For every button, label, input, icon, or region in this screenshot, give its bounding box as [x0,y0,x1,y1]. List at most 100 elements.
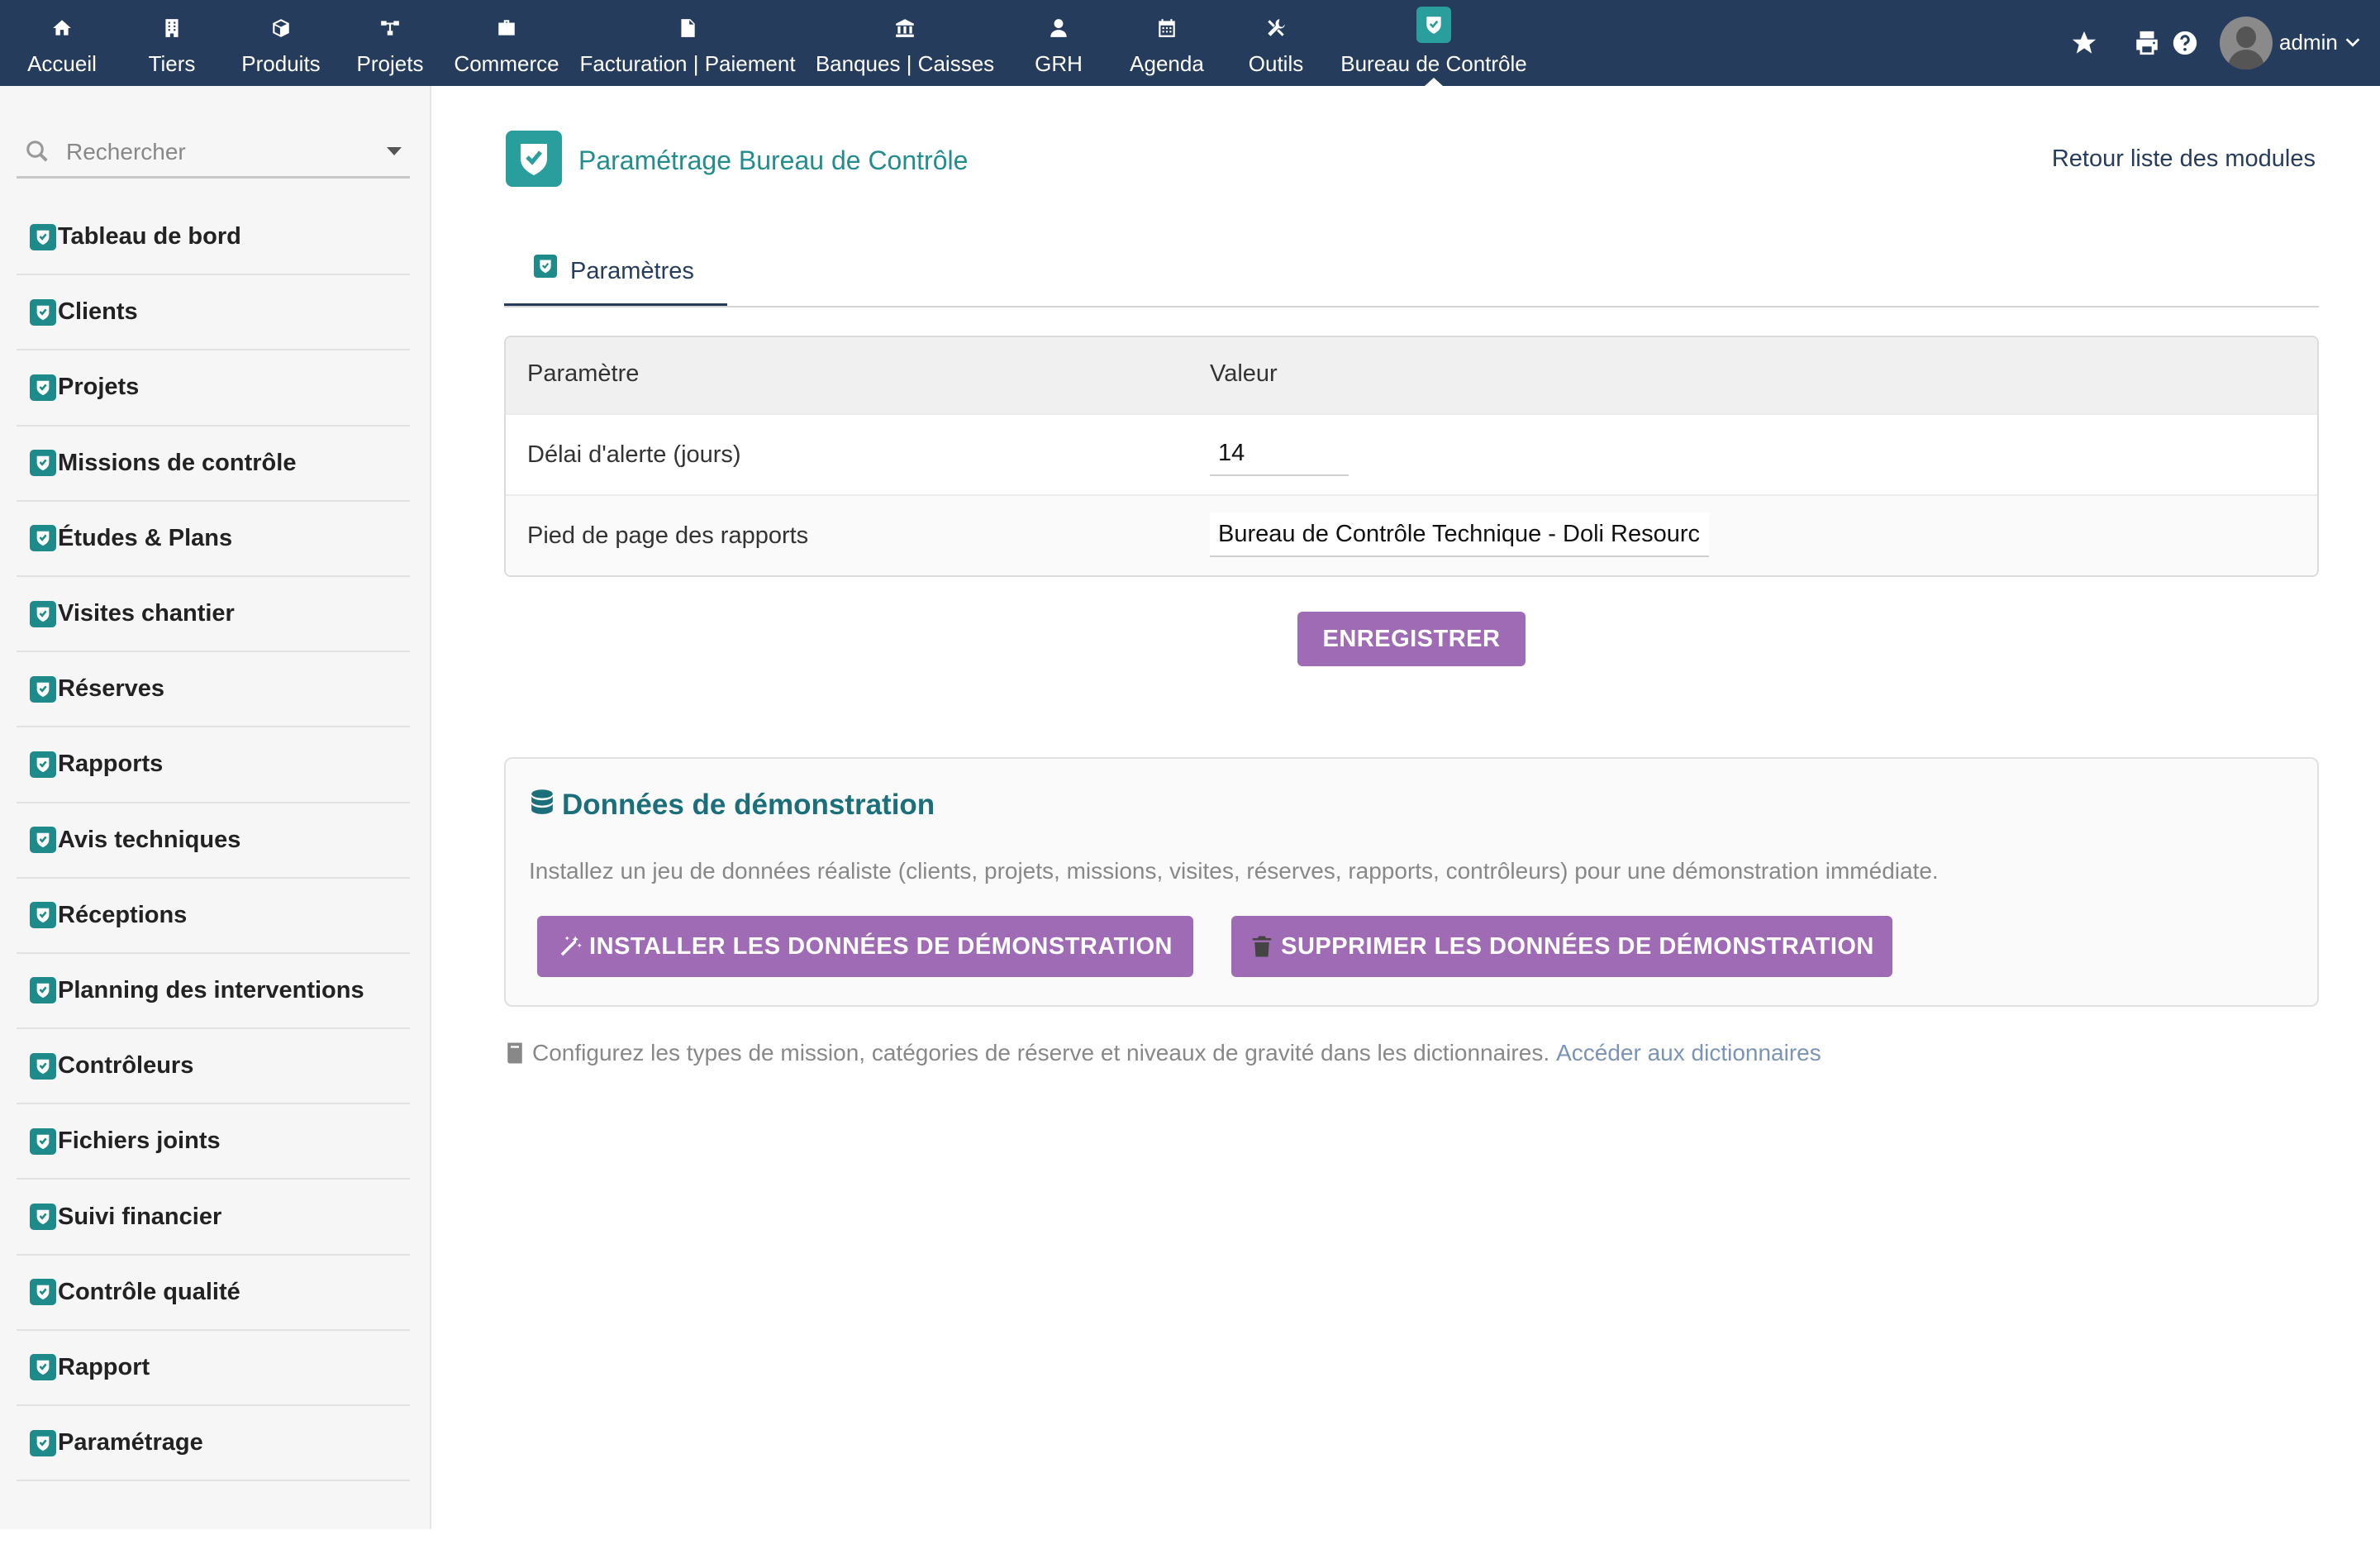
main-content: Paramétrage Bureau de Contrôle Retour li… [431,86,2380,1529]
shield-check-icon [30,751,56,778]
menu-label: GRH [1035,51,1083,76]
shield-check-icon [30,1204,56,1231]
sidebar-item-label: Réserves [58,675,164,703]
sidebar-item[interactable]: Contrôleurs [17,1029,410,1105]
sidebar-item[interactable]: Fichiers joints [17,1104,410,1180]
sidebar-item[interactable]: Réserves [17,652,410,728]
sidebar-item[interactable]: Avis techniques [17,803,410,879]
book-icon [507,1042,522,1064]
page-title: Paramétrage Bureau de Contrôle [578,145,969,175]
menu-accueil[interactable]: Accueil [26,0,98,86]
tab-parametres[interactable]: Paramètres [504,235,727,307]
tab-label: Paramètres [570,258,694,284]
shield-check-icon [30,525,56,552]
install-demo-button[interactable]: INSTALLER LES DONNÉES DE DÉMONSTRATION [537,916,1193,977]
active-menu-caret [1425,78,1443,86]
menu-commerce[interactable]: Commerce [453,0,560,86]
sidebar-item-label: Projets [58,374,140,401]
sidebar-item[interactable]: Missions de contrôle [17,427,410,502]
menu-bureau-de-controle[interactable]: Bureau de Contrôle [1339,0,1529,86]
parameters-table: Paramètre Valeur Délai d'alerte (jours) … [504,336,2319,577]
demo-data-panel: Données de démonstration Installez un je… [504,757,2319,1007]
menu-banques[interactable]: Banques | Caisses [815,0,995,86]
search-input[interactable]: Rechercher [17,132,410,179]
sidebar-item-label: Paramétrage [58,1429,203,1456]
bookmark-star-icon[interactable] [2069,28,2099,58]
dictionary-footnote: Configurez les types de mission, catégor… [504,1040,1821,1066]
demo-title: Données de démonstration [562,789,935,821]
menu-label: Bureau de Contrôle [1340,51,1527,76]
shield-check-icon [30,450,56,477]
menu-label: Agenda [1130,51,1204,76]
print-icon[interactable] [2132,28,2162,58]
username[interactable]: admin [2279,30,2338,55]
sidebar-item[interactable]: Rapports [17,727,410,803]
shield-check-icon [506,131,562,187]
magic-wand-icon [560,936,582,956]
sidebar-item[interactable]: Études & Plans [17,502,410,577]
sidebar: Rechercher Tableau de bord Clients Projets… [0,86,431,1529]
menu-projets[interactable]: Projets [354,0,426,86]
sidebar-item[interactable]: Visites chantier [17,577,410,653]
param-label: Délai d'alerte (jours) [527,441,741,468]
sidebar-item[interactable]: Suivi financier [17,1180,410,1256]
bank-icon [893,17,916,40]
menu-outils[interactable]: Outils [1243,0,1309,86]
demo-description: Installez un jeu de données réaliste (cl… [529,858,1939,884]
chevron-down-icon[interactable] [387,147,402,155]
sidebar-item[interactable]: Contrôle qualité [17,1256,410,1331]
sidebar-item-label: Tableau de bord [58,223,241,250]
menu-label: Tiers [148,51,196,76]
search-icon [26,141,48,162]
help-icon[interactable] [2170,28,2200,58]
sidebar-item[interactable]: Projets [17,350,410,427]
shield-check-icon [30,1429,56,1456]
menu-produits[interactable]: Produits [238,0,324,86]
sidebar-menu: Tableau de bord Clients Projets Missions de… [17,200,410,1482]
dictionaries-link[interactable]: Accéder aux dictionnaires [1556,1040,1821,1066]
param-label: Pied de page des rapports [527,522,809,549]
sidebar-item-label: Suivi financier [58,1203,222,1230]
menu-label: Produits [241,51,321,76]
sidebar-item-label: Clients [58,298,138,326]
sidebar-item[interactable]: Clients [17,275,410,351]
delete-demo-button[interactable]: SUPPRIMER LES DONNÉES DE DÉMONSTRATION [1231,916,1892,977]
shield-check-icon [30,977,56,1004]
back-to-modules-link[interactable]: Retour liste des modules [2052,145,2316,173]
database-icon [531,789,553,814]
chevron-down-icon[interactable] [2344,33,2362,51]
sidebar-item[interactable]: Rapport [17,1331,410,1406]
save-button[interactable]: ENREGISTRER [1297,612,1526,666]
alert-delay-input[interactable]: 14 [1210,431,1349,476]
home-icon [50,17,74,40]
menu-grh[interactable]: GRH [1030,0,1088,86]
sidebar-item-label: Visites chantier [58,600,235,627]
shield-check-icon [30,902,56,929]
sidebar-item-label: Rapports [58,751,164,778]
shield-check-icon [30,1127,56,1155]
avatar[interactable] [2220,17,2273,69]
shield-check-icon [30,298,56,326]
menu-label: Banques | Caisses [815,51,995,76]
table-header: Paramètre Valeur [506,337,2317,413]
shield-check-icon [1416,7,1451,43]
menu-label: Facturation | Paiement [579,51,796,76]
shield-check-icon [30,374,56,401]
report-footer-input[interactable]: Bureau de Contrôle Technique - Doli Reso… [1210,512,1709,557]
menu-agenda[interactable]: Agenda [1127,0,1207,86]
menu-facturation[interactable]: Facturation | Paiement [578,0,797,86]
sidebar-item[interactable]: Réceptions [17,879,410,954]
menu-tiers[interactable]: Tiers [139,0,205,86]
sidebar-item[interactable]: Paramétrage [17,1406,410,1482]
sidebar-item-label: Réceptions [58,901,188,928]
shield-check-icon [30,223,56,250]
shield-check-icon [534,255,557,278]
calendar-icon [1155,17,1178,40]
sidebar-item[interactable]: Tableau de bord [17,200,410,276]
shield-check-icon [30,675,56,703]
column-header-parametre: Paramètre [527,360,640,387]
sidebar-item-label: Avis techniques [58,826,241,853]
sidebar-item[interactable]: Planning des interventions [17,954,410,1030]
column-header-valeur: Valeur [1210,360,1278,387]
table-row: Pied de page des rapports Bureau de Cont… [506,494,2317,575]
